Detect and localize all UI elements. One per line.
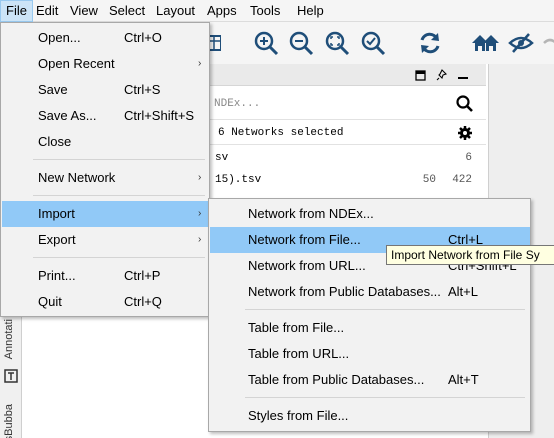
home-icon[interactable] [471,30,501,56]
ndex-search-row: NDEx... [210,88,486,120]
selection-row: 6 Networks selected [210,121,486,145]
chevron-right-icon: › [198,172,202,183]
node-count: 50 [422,174,436,186]
menu-separator [245,309,525,310]
search-icon[interactable] [456,95,474,113]
menu-item-open-recent[interactable]: Open Recent › [2,51,209,77]
panel-header [210,64,486,86]
menu-item-print[interactable]: Print... Ctrl+P [2,263,209,289]
tab-annotation[interactable]: Annotati [3,319,15,359]
refresh-icon[interactable] [417,30,443,56]
hide-icon[interactable] [508,30,534,56]
chevron-right-icon: › [198,234,202,245]
menu-bar: File Edit View Select Layout Apps Tools … [0,0,554,22]
menu-item-new-network[interactable]: New Network › [2,165,209,191]
submenu-item-table-from-file[interactable]: Table from File... [210,315,530,341]
tab-bubble[interactable]: sBubba [3,404,15,438]
gear-icon[interactable] [457,125,473,141]
float-window-icon[interactable] [415,70,426,81]
network-name: 15).tsv [215,174,262,186]
menu-view[interactable]: View [65,0,103,22]
network-panel: NDEx... 6 Networks selected sv 6 15).tsv… [210,64,486,204]
file-menu: Open... Ctrl+O Open Recent › Save Ctrl+S… [0,22,210,317]
menu-separator [33,159,205,160]
edge-count: 422 [452,174,472,186]
menu-layout[interactable]: Layout [151,0,200,22]
zoom-out-icon[interactable] [288,30,314,56]
network-row[interactable]: 15).tsv 50 422 [210,168,486,192]
submenu-item-table-from-url[interactable]: Table from URL... [210,341,530,367]
zoom-in-icon[interactable] [253,30,279,56]
menu-separator [33,195,205,196]
tooltip: Import Network from File Sy [386,245,554,265]
menu-apps[interactable]: Apps [202,0,242,22]
menu-item-open[interactable]: Open... Ctrl+O [2,25,209,51]
menu-separator [245,397,525,398]
menu-item-quit[interactable]: Quit Ctrl+Q [2,289,209,315]
menu-tools[interactable]: Tools [245,0,285,22]
show-icon[interactable] [542,30,554,56]
edge-count: 6 [465,152,472,164]
zoom-fit-icon[interactable] [324,30,350,56]
minimize-icon[interactable] [458,77,468,79]
search-input[interactable]: NDEx... [214,98,260,110]
chevron-right-icon: › [198,208,202,219]
zoom-selected-icon[interactable] [360,30,386,56]
menu-select[interactable]: Select [104,0,150,22]
menu-separator [33,257,205,258]
menu-edit[interactable]: Edit [31,0,63,22]
menu-item-close[interactable]: Close [2,129,209,155]
submenu-item-network-from-public-db[interactable]: Network from Public Databases... Alt+L [210,279,530,305]
pin-icon[interactable] [436,69,448,81]
menu-item-save-as[interactable]: Save As... Ctrl+Shift+S [2,103,209,129]
network-name: sv [215,152,229,164]
menu-help[interactable]: Help [292,0,329,22]
menu-item-export[interactable]: Export › [2,227,209,253]
menu-item-import[interactable]: Import › [2,201,209,227]
annotation-icon[interactable] [4,369,18,383]
selected-count: 6 Networks selected [218,127,344,139]
chevron-right-icon: › [198,58,202,69]
submenu-item-styles-from-file[interactable]: Styles from File... [210,403,530,429]
import-submenu: Network from NDEx... Network from File..… [208,198,531,432]
network-row[interactable]: sv 6 [210,146,486,170]
submenu-item-table-from-public-db[interactable]: Table from Public Databases... Alt+T [210,367,530,393]
menu-file[interactable]: File [0,0,33,22]
menu-item-save[interactable]: Save Ctrl+S [2,77,209,103]
submenu-item-network-from-ndex[interactable]: Network from NDEx... [210,201,530,227]
